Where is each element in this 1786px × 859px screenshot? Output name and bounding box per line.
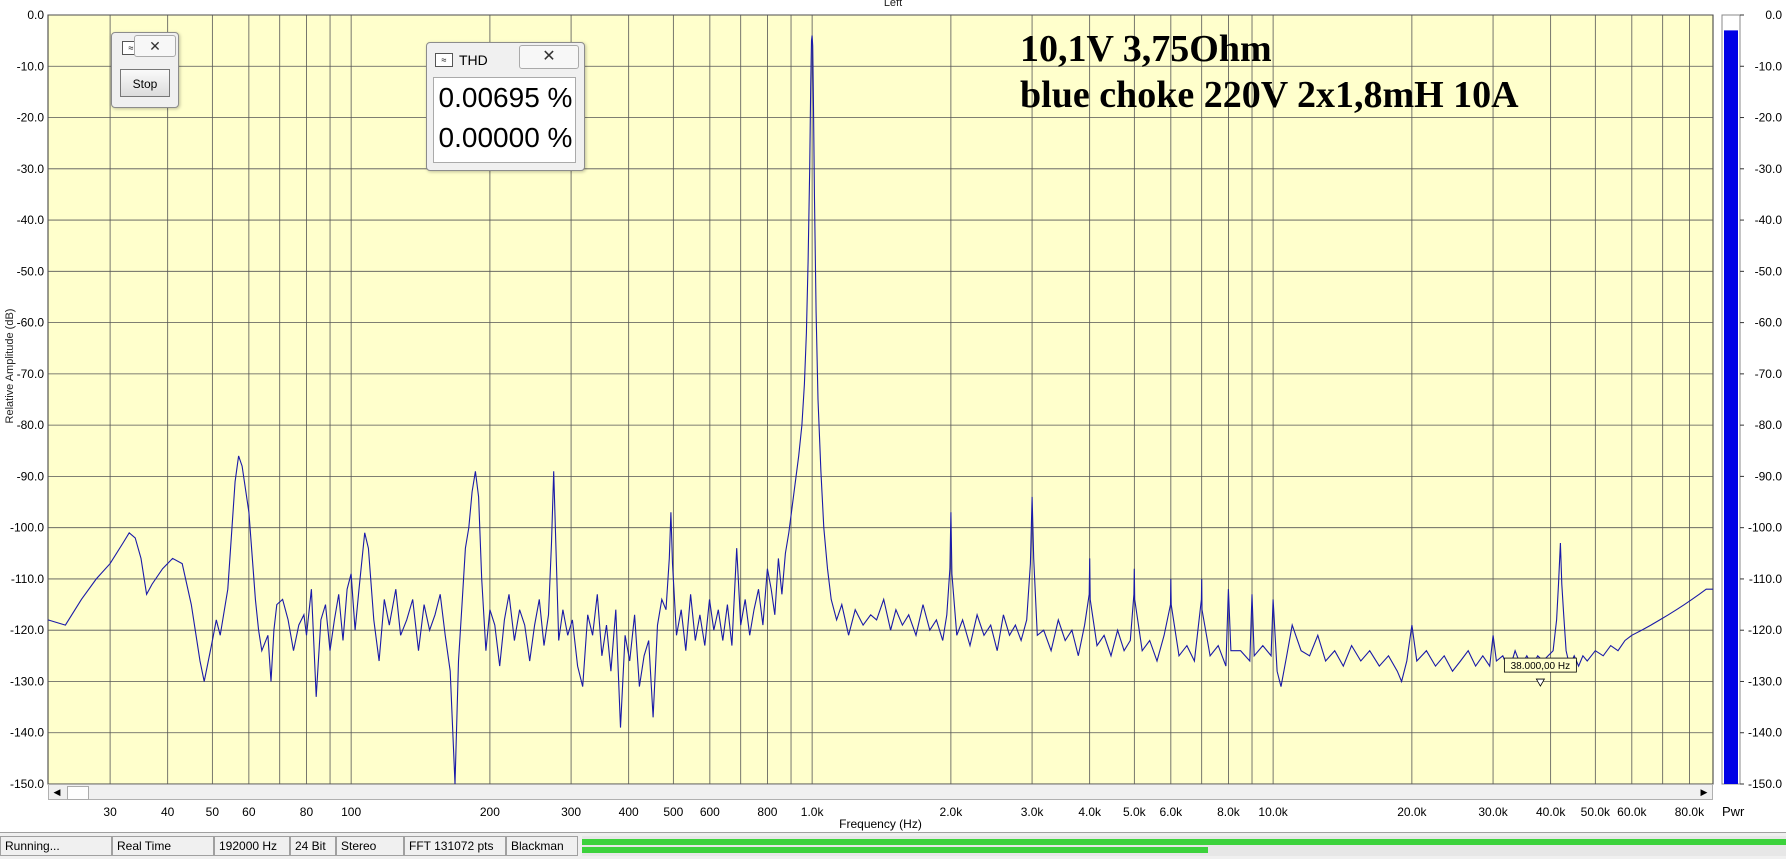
input-level-meter bbox=[582, 836, 1786, 856]
x-tick-label: 30.0k bbox=[1478, 805, 1508, 819]
y-tick-label: -150.0 bbox=[10, 777, 44, 791]
power-tick-label: -100.0 bbox=[1748, 521, 1782, 535]
x-tick-label: 10.0k bbox=[1258, 805, 1288, 819]
power-tick-label: -80.0 bbox=[1755, 418, 1783, 432]
x-tick-label: 20.0k bbox=[1397, 805, 1427, 819]
spectrum-chart[interactable]: 0.0 -10.0 -20.0 -30.0 -40.0 -50.0 -60.0 -70.0 -8… bbox=[0, 0, 1786, 858]
y-tick-labels: 0.0 -10.0 -20.0 -30.0 -40.0 -50.0 -60.0 -70.0 -8… bbox=[10, 8, 44, 791]
power-tick-label: -50.0 bbox=[1755, 264, 1783, 278]
scroll-right-icon[interactable]: ▶ bbox=[1696, 785, 1712, 799]
y-tick-label: -120.0 bbox=[10, 623, 44, 637]
close-icon[interactable]: ✕ bbox=[519, 45, 579, 69]
x-tick-label: 600 bbox=[700, 805, 720, 819]
status-window: Blackman bbox=[506, 836, 578, 856]
x-tick-label: 3.0k bbox=[1021, 805, 1045, 819]
power-tick-label: -40.0 bbox=[1755, 213, 1783, 227]
power-tick-label: -90.0 bbox=[1755, 469, 1783, 483]
thd-readout: 0.00695 % 0.00000 % bbox=[433, 77, 576, 163]
plot-area[interactable] bbox=[47, 14, 1714, 785]
horizontal-scrollbar[interactable]: ◀ ▶ bbox=[48, 784, 1713, 800]
annotation-text: 10,1V 3,75Ohm blue choke 220V 2x1,8mH 10… bbox=[1020, 26, 1519, 118]
status-fft: FFT 131072 pts bbox=[404, 836, 506, 856]
power-meter-label: Pwr bbox=[1722, 804, 1745, 819]
x-tick-label: 60 bbox=[242, 805, 256, 819]
power-tick-label: -110.0 bbox=[1749, 572, 1782, 586]
y-tick-label: -60.0 bbox=[17, 316, 45, 330]
control-window[interactable]: ≈ ✕ Stop bbox=[111, 32, 179, 108]
y-tick-label: -40.0 bbox=[17, 213, 45, 227]
y-tick-label: -130.0 bbox=[10, 674, 44, 688]
x-tick-label: 400 bbox=[619, 805, 639, 819]
y-tick-label: -70.0 bbox=[17, 367, 45, 381]
scroll-thumb[interactable] bbox=[67, 786, 89, 800]
power-meter: 0.0 -10.0 -20.0 -30.0 -40.0 -50.0 -60.0 -70.0 -8… bbox=[1721, 8, 1783, 791]
level-bar-1 bbox=[582, 839, 1786, 845]
x-tick-label: 200 bbox=[480, 805, 500, 819]
y-tick-label: 0.0 bbox=[27, 8, 44, 22]
y-tick-label: -30.0 bbox=[17, 162, 45, 176]
x-tick-label: 8.0k bbox=[1217, 805, 1241, 819]
y-tick-label: -140.0 bbox=[10, 726, 44, 740]
y-tick-label: -80.0 bbox=[17, 418, 45, 432]
y-tick-label: -20.0 bbox=[17, 111, 45, 125]
x-tick-label: 80 bbox=[300, 805, 314, 819]
annotation-line-1: 10,1V 3,75Ohm bbox=[1020, 28, 1272, 70]
power-meter-bar bbox=[1724, 30, 1738, 784]
status-bar: Running... Real Time 192000 Hz 24 Bit St… bbox=[0, 832, 1786, 859]
power-tick-label: -70.0 bbox=[1755, 367, 1783, 381]
x-tick-label: 500 bbox=[663, 805, 683, 819]
status-mode: Real Time bbox=[112, 836, 214, 856]
power-tick-label: -30.0 bbox=[1755, 162, 1783, 176]
power-tick-label: -10.0 bbox=[1755, 59, 1783, 73]
control-window-titlebar[interactable]: ≈ ✕ bbox=[112, 33, 178, 57]
status-bit-depth: 24 Bit bbox=[290, 836, 336, 856]
x-tick-label: 40 bbox=[161, 805, 175, 819]
power-tick-label: -140.0 bbox=[1748, 726, 1782, 740]
thd-value-2: 0.00000 % bbox=[438, 122, 573, 153]
level-bar-2 bbox=[582, 847, 1208, 853]
cursor-readout: 38.000,00 Hz bbox=[1511, 661, 1571, 672]
power-tick-label: -130.0 bbox=[1748, 674, 1782, 688]
y-tick-label: -50.0 bbox=[17, 264, 45, 278]
x-tick-label: 100 bbox=[341, 805, 361, 819]
y-tick-label: -110.0 bbox=[11, 572, 44, 586]
x-tick-label: 40.0k bbox=[1536, 805, 1566, 819]
annotation-line-2: blue choke 220V 2x1,8mH 10A bbox=[1020, 74, 1519, 116]
thd-title: THD bbox=[459, 52, 488, 68]
stop-button[interactable]: Stop bbox=[120, 69, 170, 97]
power-tick-label: -20.0 bbox=[1755, 111, 1783, 125]
y-tick-label: -100.0 bbox=[10, 521, 44, 535]
thd-value-1: 0.00695 % bbox=[438, 82, 573, 113]
x-tick-label: 800 bbox=[757, 805, 777, 819]
x-tick-label: 60.0k bbox=[1617, 805, 1647, 819]
y-tick-label: -10.0 bbox=[17, 59, 45, 73]
waveform-icon: ≈ bbox=[435, 53, 453, 67]
status-channels: Stereo bbox=[336, 836, 404, 856]
x-tick-label: 30 bbox=[103, 805, 117, 819]
x-tick-label: 50.0k bbox=[1581, 805, 1611, 819]
x-tick-label: 5.0k bbox=[1123, 805, 1147, 819]
power-tick-label: -120.0 bbox=[1748, 623, 1782, 637]
x-tick-label: 300 bbox=[561, 805, 581, 819]
x-axis-label: Frequency (Hz) bbox=[839, 817, 922, 831]
x-tick-label: 50 bbox=[206, 805, 220, 819]
close-icon[interactable]: ✕ bbox=[134, 35, 176, 57]
status-text: Running... bbox=[0, 836, 112, 856]
x-tick-label: 2.0k bbox=[940, 805, 964, 819]
x-tick-label: 6.0k bbox=[1159, 805, 1183, 819]
x-tick-label: 4.0k bbox=[1078, 805, 1102, 819]
thd-window[interactable]: ≈ THD ✕ 0.00695 % 0.00000 % bbox=[426, 42, 585, 171]
power-tick-label: 0.0 bbox=[1765, 8, 1782, 22]
x-tick-label: 80.0k bbox=[1675, 805, 1705, 819]
status-sample-rate: 192000 Hz bbox=[214, 836, 290, 856]
power-tick-label: -150.0 bbox=[1748, 777, 1782, 791]
power-tick-label: -60.0 bbox=[1755, 316, 1783, 330]
y-tick-label: -90.0 bbox=[17, 469, 45, 483]
x-tick-label: 1.0k bbox=[801, 805, 825, 819]
scroll-left-icon[interactable]: ◀ bbox=[49, 785, 65, 799]
